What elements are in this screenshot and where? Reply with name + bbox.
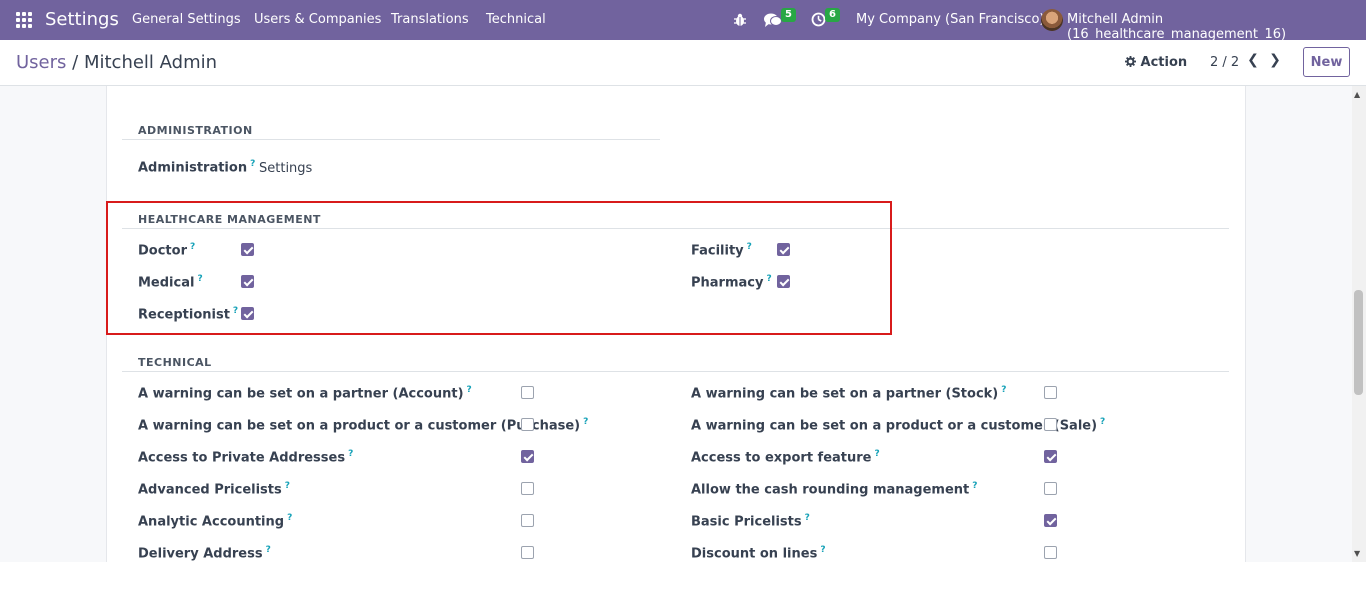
help-tooltip-icon[interactable]: ? — [820, 545, 825, 555]
tech-right-label-3: Allow the cash rounding management? — [691, 481, 977, 497]
scroll-up-arrow-icon[interactable]: ▲ — [1354, 90, 1360, 99]
tech-left-label-3-text: Advanced Pricelists — [138, 482, 282, 498]
tech-left-checkbox-2[interactable] — [521, 450, 534, 463]
help-tooltip-icon[interactable]: ? — [805, 513, 810, 523]
tech-right-label-2: Access to export feature? — [691, 449, 880, 465]
tech-right-checkbox-4[interactable] — [1044, 514, 1057, 527]
administration-value-select[interactable]: Settings — [259, 161, 312, 176]
menu-general-settings[interactable]: General Settings — [132, 12, 241, 27]
tech-right-label-0: A warning can be set on a partner (Stock… — [691, 385, 1006, 401]
help-tooltip-icon[interactable]: ? — [875, 449, 880, 459]
tech-right-label-5-text: Discount on lines — [691, 546, 818, 562]
tech-right-checkbox-0[interactable] — [1044, 386, 1057, 399]
action-menu-button[interactable]: Action — [1125, 55, 1187, 70]
pager-previous-chevron-left-icon[interactable]: ❮ — [1246, 52, 1260, 72]
tech-right-label-0-text: A warning can be set on a partner (Stock… — [691, 386, 999, 402]
tech-left-checkbox-1[interactable] — [521, 418, 534, 431]
scrollbar-thumb[interactable] — [1354, 290, 1363, 395]
tech-left-checkbox-4[interactable] — [521, 514, 534, 527]
section-administration-title: ADMINISTRATION — [138, 124, 253, 137]
menu-technical[interactable]: Technical — [486, 12, 546, 27]
control-panel: Users / Mitchell Admin Action 2 / 2 ❮ ❯ — [0, 40, 1366, 86]
breadcrumb-users-link[interactable]: Users — [16, 52, 66, 73]
tech-left-label-5-text: Delivery Address — [138, 546, 263, 562]
tech-left-label-5: Delivery Address? — [138, 545, 271, 561]
tech-left-checkbox-5[interactable] — [521, 546, 534, 559]
tech-right-checkbox-3[interactable] — [1044, 482, 1057, 495]
administration-label: Administration? — [138, 159, 255, 175]
user-avatar[interactable] — [1041, 9, 1063, 31]
top-navbar: Settings General Settings Users & Compan… — [0, 0, 1366, 42]
tech-right-label-1-text: A warning can be set on a product or a c… — [691, 418, 1098, 434]
help-tooltip-icon[interactable]: ? — [285, 481, 290, 491]
messages-count-badge: 5 — [781, 8, 796, 22]
tech-left-label-2: Access to Private Addresses? — [138, 449, 353, 465]
tech-left-label-1-text: A warning can be set on a product or a c… — [138, 418, 581, 434]
new-button[interactable]: New — [1303, 47, 1350, 77]
section-administration-divider — [122, 139, 660, 140]
breadcrumb-separator: / — [72, 52, 79, 73]
pager-value[interactable]: 2 / 2 — [1210, 55, 1239, 70]
help-tooltip-icon[interactable]: ? — [583, 417, 588, 427]
breadcrumb-current: Mitchell Admin — [83, 52, 218, 73]
help-tooltip-icon[interactable]: ? — [1001, 385, 1006, 395]
help-tooltip-icon[interactable]: ? — [266, 545, 271, 555]
menu-users-companies[interactable]: Users & Companies — [254, 12, 381, 27]
action-label: Action — [1140, 55, 1188, 70]
tech-left-label-4-text: Analytic Accounting — [138, 514, 285, 530]
tech-left-label-0: A warning can be set on a partner (Accou… — [138, 385, 472, 401]
gear-icon — [1125, 56, 1136, 67]
tech-right-checkbox-1[interactable] — [1044, 418, 1057, 431]
tech-left-label-4: Analytic Accounting? — [138, 513, 292, 529]
menu-translations[interactable]: Translations — [391, 12, 469, 27]
administration-label-text: Administration — [138, 160, 248, 176]
tech-left-label-2-text: Access to Private Addresses — [138, 450, 346, 466]
scroll-down-arrow-icon[interactable]: ▼ — [1354, 549, 1360, 558]
tech-right-label-3-text: Allow the cash rounding management — [691, 482, 970, 498]
breadcrumb: Users / Mitchell Admin — [16, 52, 217, 73]
section-technical-title: TECHNICAL — [138, 356, 212, 369]
debug-bug-icon[interactable] — [733, 13, 747, 27]
tech-right-label-4-text: Basic Pricelists — [691, 514, 802, 530]
highlight-annotation-box — [106, 201, 892, 335]
tech-right-label-4: Basic Pricelists? — [691, 513, 810, 529]
pager-next-chevron-right-icon[interactable]: ❯ — [1268, 52, 1282, 72]
tech-right-checkbox-2[interactable] — [1044, 450, 1057, 463]
tech-right-checkbox-5[interactable] — [1044, 546, 1057, 559]
bottom-blank-area — [0, 562, 1366, 596]
help-tooltip-icon[interactable]: ? — [348, 449, 353, 459]
tech-left-label-0-text: A warning can be set on a partner (Accou… — [138, 386, 464, 402]
tech-right-label-2-text: Access to export feature — [691, 450, 872, 466]
user-menu[interactable]: Mitchell Admin (16_healthcare_management… — [1067, 12, 1366, 42]
activity-clock-icon[interactable] — [811, 12, 826, 27]
help-tooltip-icon[interactable]: ? — [972, 481, 977, 491]
apps-menu-icon[interactable] — [16, 12, 32, 28]
help-tooltip-icon[interactable]: ? — [467, 385, 472, 395]
messages-chat-icon[interactable] — [764, 12, 782, 28]
company-switcher[interactable]: My Company (San Francisco) — [856, 12, 1044, 27]
help-tooltip-icon[interactable]: ? — [1100, 417, 1105, 427]
help-tooltip-icon[interactable]: ? — [250, 159, 255, 169]
section-technical-divider — [122, 371, 1229, 372]
tech-left-checkbox-0[interactable] — [521, 386, 534, 399]
tech-right-label-5: Discount on lines? — [691, 545, 826, 561]
tech-left-label-3: Advanced Pricelists? — [138, 481, 290, 497]
help-tooltip-icon[interactable]: ? — [287, 513, 292, 523]
tech-left-checkbox-3[interactable] — [521, 482, 534, 495]
app-title[interactable]: Settings — [45, 9, 119, 30]
activities-count-badge: 6 — [825, 8, 840, 22]
